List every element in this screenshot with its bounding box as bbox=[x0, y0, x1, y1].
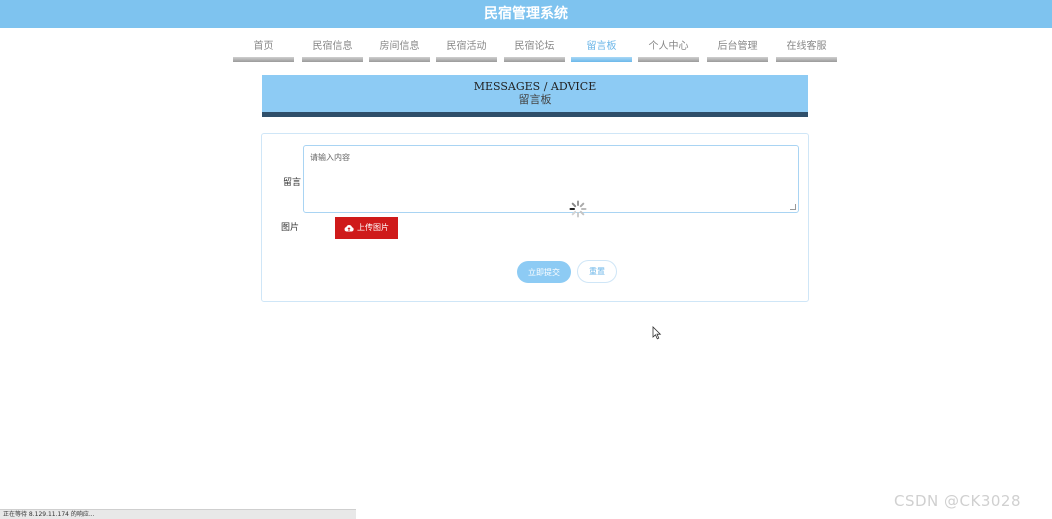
message-label: 留言 bbox=[283, 178, 302, 188]
upload-image-label: 上传图片 bbox=[357, 223, 389, 232]
watermark: CSDN @CK3028 bbox=[894, 492, 1022, 510]
submit-button[interactable]: 立即提交 bbox=[517, 261, 571, 283]
section-banner: MESSAGES / ADVICE 留言板 bbox=[262, 75, 808, 117]
nav-item-personal-center[interactable]: 个人中心 bbox=[638, 40, 699, 62]
nav-item-home[interactable]: 首页 bbox=[233, 40, 294, 62]
upload-image-button[interactable]: 上传图片 bbox=[335, 217, 398, 239]
banner-title-en: MESSAGES / ADVICE bbox=[473, 80, 597, 93]
nav-item-room-info[interactable]: 房间信息 bbox=[369, 40, 430, 62]
nav-item-homestay-info[interactable]: 民宿信息 bbox=[302, 40, 363, 62]
resize-grip-icon[interactable] bbox=[790, 204, 796, 210]
loading-spinner-icon bbox=[569, 200, 587, 218]
nav-item-message-board[interactable]: 留言板 bbox=[571, 40, 632, 62]
mouse-pointer-icon bbox=[652, 326, 662, 340]
status-text: 正在等待 8.129.11.174 的响应... bbox=[3, 511, 95, 518]
nav-item-homestay-forum[interactable]: 民宿论坛 bbox=[504, 40, 565, 62]
banner-title-cn: 留言板 bbox=[518, 93, 552, 106]
nav-item-homestay-activity[interactable]: 民宿活动 bbox=[436, 40, 497, 62]
nav-item-admin[interactable]: 后台管理 bbox=[707, 40, 768, 62]
message-form: 留言 请输入内容 图片 上传图片 立即提交 重置 bbox=[261, 133, 809, 302]
image-label: 图片 bbox=[281, 223, 300, 233]
message-textarea[interactable]: 请输入内容 bbox=[303, 145, 799, 218]
site-title: 民宿管理系统 bbox=[484, 6, 568, 22]
message-placeholder: 请输入内容 bbox=[310, 153, 350, 162]
nav-item-online-service[interactable]: 在线客服 bbox=[776, 40, 837, 62]
reset-button[interactable]: 重置 bbox=[577, 260, 617, 283]
cloud-upload-icon bbox=[344, 224, 354, 232]
browser-status-bar: 正在等待 8.129.11.174 的响应... bbox=[0, 509, 356, 519]
